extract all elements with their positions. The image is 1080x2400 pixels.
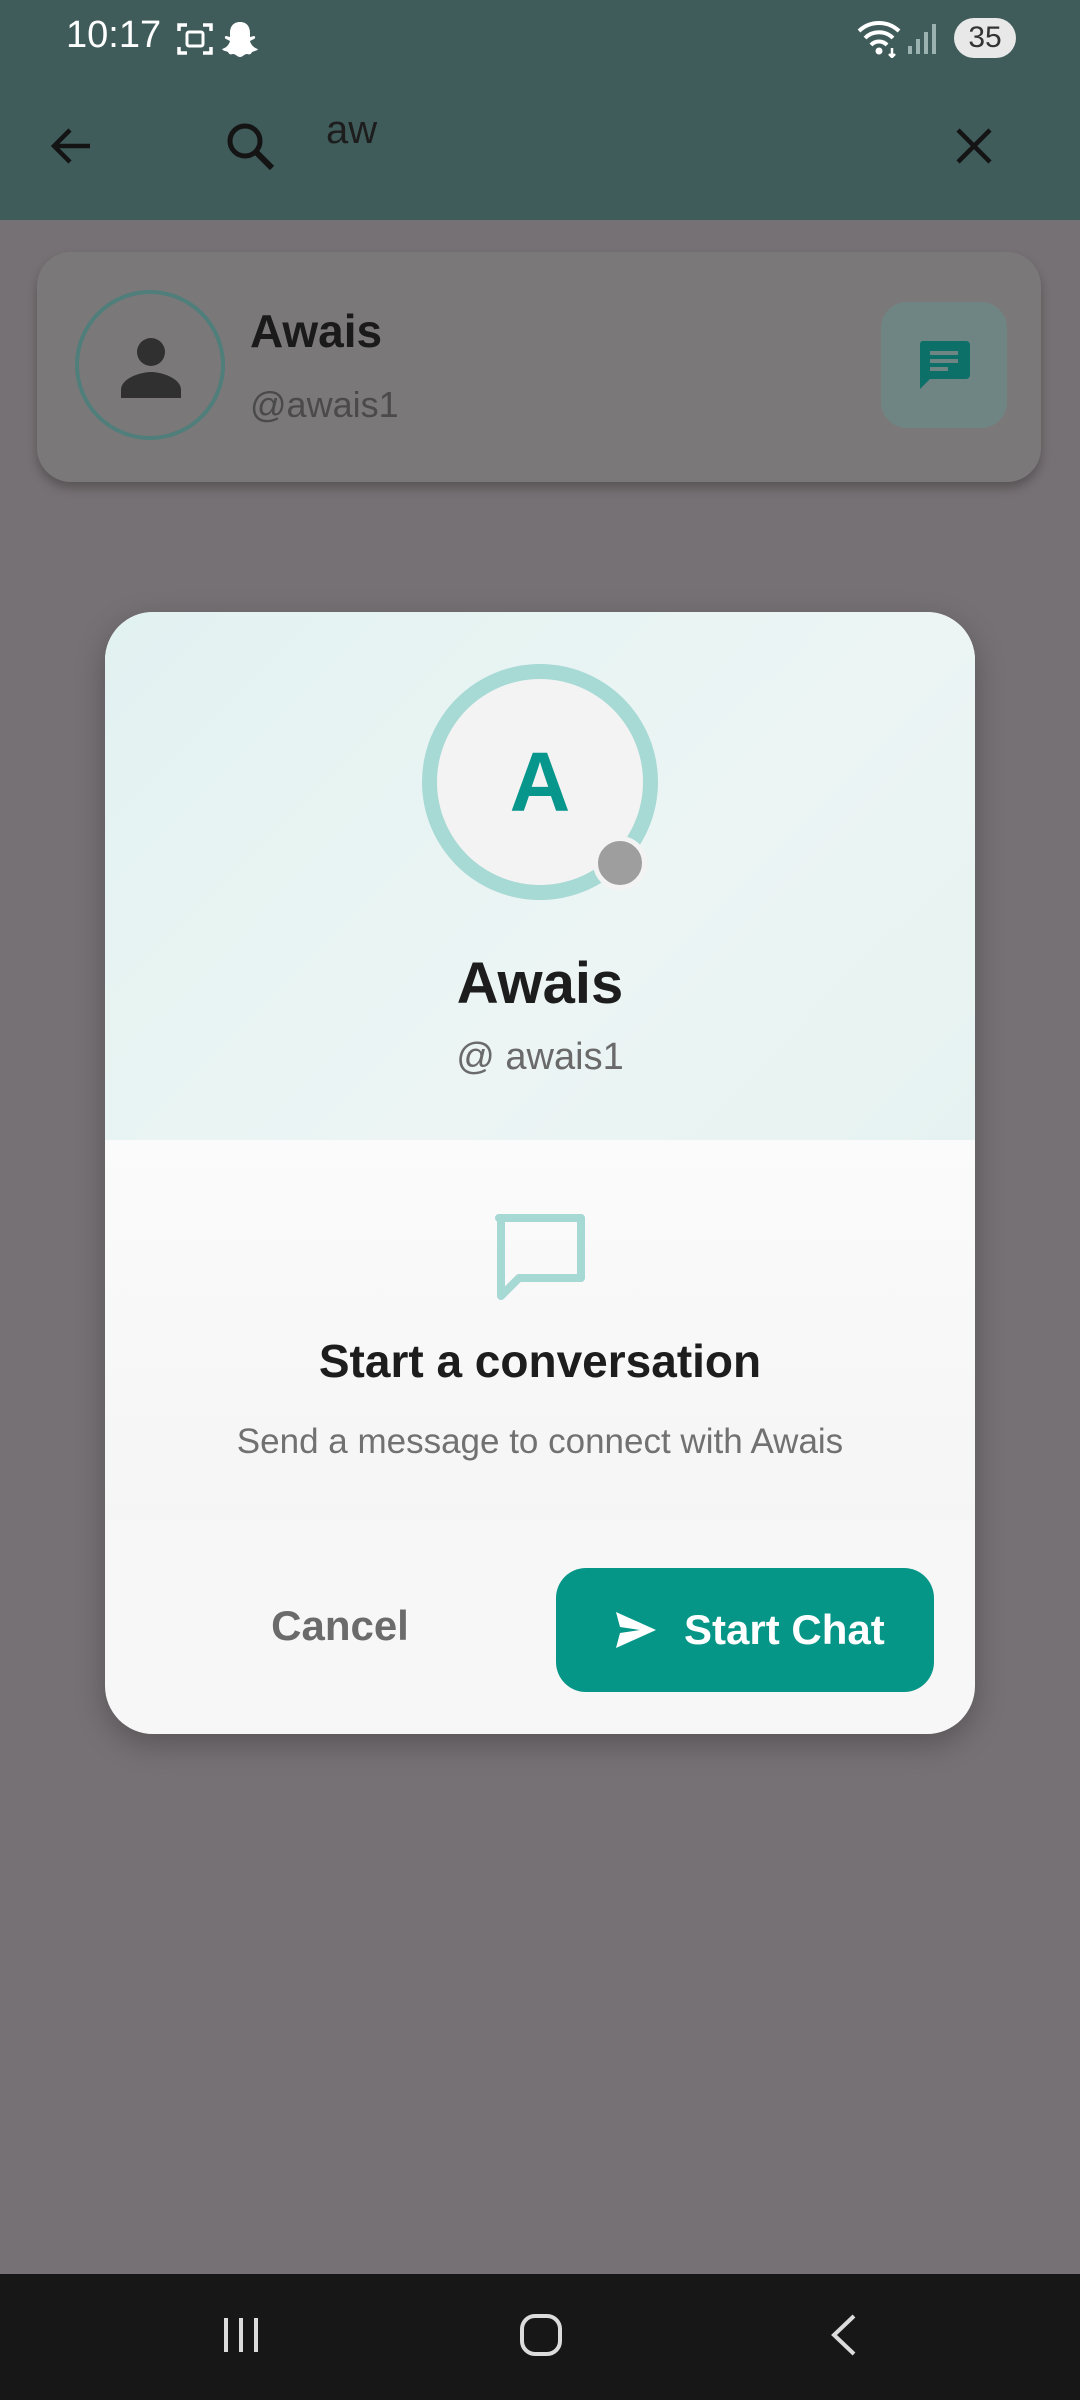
back-icon[interactable] xyxy=(822,2312,868,2363)
start-chat-dialog: A Awais @ awais1 Start a conversation Se… xyxy=(105,612,975,1734)
start-chat-label: Start Chat xyxy=(684,1606,885,1653)
prompt-subtitle: Send a message to connect with Awais xyxy=(236,1422,844,1461)
search-input[interactable]: aw xyxy=(326,108,377,153)
avatar xyxy=(75,290,225,440)
back-arrow-icon[interactable] xyxy=(48,122,96,175)
clear-icon[interactable] xyxy=(952,124,996,173)
person-icon xyxy=(115,334,187,405)
status-time: 10:17 xyxy=(66,14,162,56)
offline-status-dot xyxy=(593,836,647,890)
app-bar: 10:17 35 aw xyxy=(0,0,1080,220)
snapchat-ghost-icon xyxy=(222,20,258,63)
screenshot-icon xyxy=(176,20,214,63)
send-icon xyxy=(614,1608,658,1657)
cancel-button[interactable]: Cancel xyxy=(235,1566,445,1686)
wifi-icon xyxy=(856,18,902,63)
prompt-title: Start a conversation xyxy=(318,1335,762,1387)
battery-indicator: 35 xyxy=(954,18,1016,58)
system-nav-bar xyxy=(0,2274,1080,2400)
signal-icon xyxy=(906,20,940,61)
status-bar: 10:17 35 xyxy=(0,0,1080,78)
chat-bubble-icon xyxy=(493,1212,587,1307)
search-result-card[interactable]: Awais @awais1 xyxy=(37,252,1041,482)
recent-apps-icon[interactable] xyxy=(218,2312,264,2363)
dialog-body xyxy=(105,1140,975,1520)
result-handle: @awais1 xyxy=(250,384,399,425)
chat-message-icon xyxy=(916,337,972,398)
dialog-user-name: Awais xyxy=(456,951,624,1016)
home-icon[interactable] xyxy=(518,2312,564,2363)
search-icon xyxy=(224,120,278,179)
dialog-user-handle: @ awais1 xyxy=(456,1036,624,1078)
start-chat-button[interactable]: Start Chat xyxy=(556,1568,934,1692)
result-name: Awais xyxy=(250,305,383,357)
message-button[interactable] xyxy=(881,302,1007,428)
